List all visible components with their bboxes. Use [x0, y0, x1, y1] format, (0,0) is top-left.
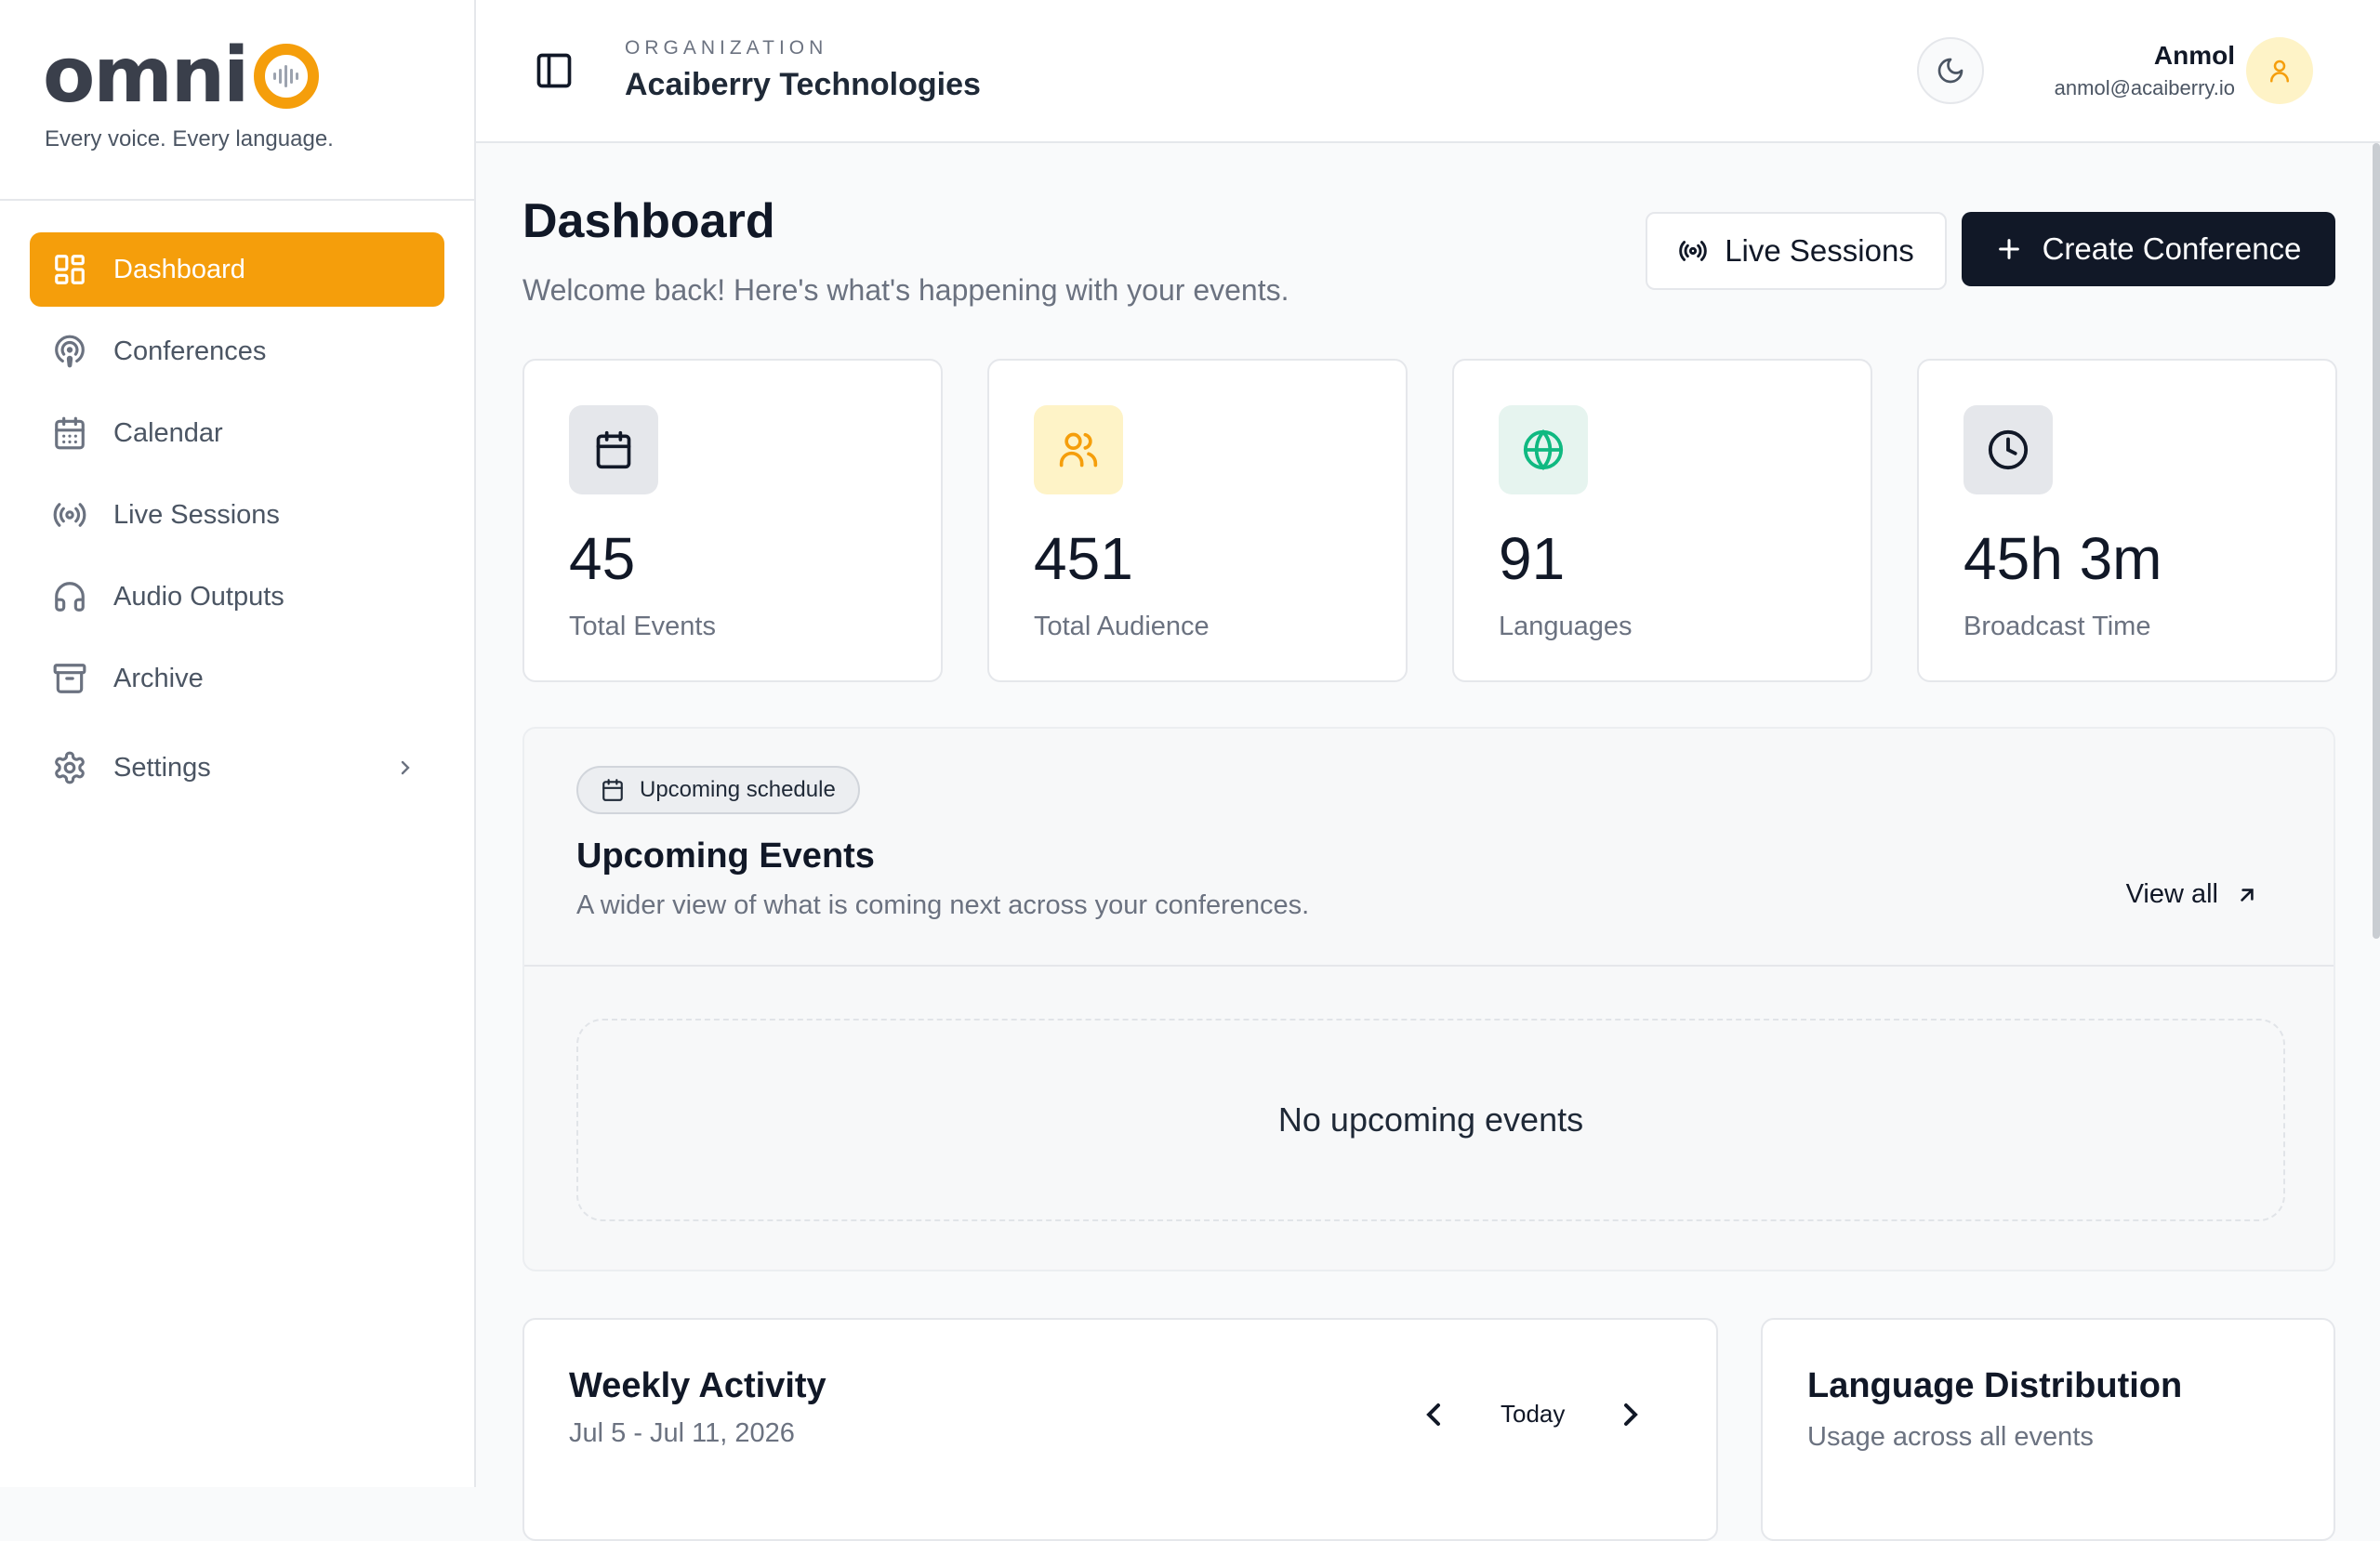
globe-icon	[1499, 405, 1588, 494]
view-all-link[interactable]: View all	[2126, 879, 2259, 910]
stat-card-broadcast-time: 45h 3m Broadcast Time	[1917, 359, 2337, 682]
user-email: anmol@acaiberry.io	[2054, 76, 2235, 99]
weekly-activity-title: Weekly Activity	[569, 1366, 826, 1405]
sidebar-item-settings[interactable]: Settings	[30, 731, 444, 805]
stat-label: Total Audience	[1034, 612, 1210, 641]
gear-icon	[52, 750, 87, 785]
sidebar-item-dashboard[interactable]: Dashboard	[30, 232, 444, 307]
sidebar-item-label: Conferences	[113, 336, 267, 366]
calendar-icon	[569, 405, 658, 494]
sidebar-item-label: Calendar	[113, 417, 223, 448]
sidebar-item-live-sessions[interactable]: Live Sessions	[30, 478, 444, 552]
sidebar-toggle-icon[interactable]	[534, 50, 575, 91]
chevron-left-icon[interactable]	[1415, 1396, 1452, 1433]
live-sessions-label: Live Sessions	[1725, 233, 1914, 268]
sidebar-item-conferences[interactable]: Conferences	[30, 314, 444, 389]
view-all-label: View all	[2125, 879, 2218, 909]
sidebar-item-label: Archive	[113, 663, 204, 693]
create-conference-label: Create Conference	[2042, 231, 2302, 266]
calendar-icon	[52, 415, 87, 451]
sidebar-item-label: Dashboard	[113, 254, 245, 284]
upcoming-events-title: Upcoming Events	[576, 836, 875, 876]
brand: omni Every voice. Every language.	[0, 0, 474, 201]
stat-value: 45h 3m	[1964, 525, 2162, 592]
main-scrollbar[interactable]	[2373, 143, 2380, 939]
upcoming-schedule-badge: Upcoming schedule	[576, 766, 860, 814]
dashboard-grid-icon	[52, 252, 87, 287]
calendar-icon	[601, 778, 640, 802]
plus-icon	[1996, 236, 2043, 262]
create-conference-button[interactable]: Create Conference	[1962, 212, 2335, 286]
badge-label: Upcoming schedule	[640, 777, 836, 802]
today-button[interactable]: Today	[1501, 1400, 1565, 1429]
archive-icon	[52, 661, 87, 696]
moon-icon	[1936, 56, 1965, 86]
broadcast-icon	[1678, 236, 1725, 266]
broadcast-icon	[52, 497, 87, 533]
language-distribution-subtitle: Usage across all events	[1807, 1422, 2094, 1452]
language-distribution-title: Language Distribution	[1807, 1366, 2183, 1405]
live-sessions-button[interactable]: Live Sessions	[1646, 212, 1947, 290]
upcoming-events-panel: Upcoming schedule Upcoming Events A wide…	[522, 727, 2335, 1271]
podcast-icon	[52, 334, 87, 369]
stat-value: 45	[569, 525, 636, 592]
omnio-logo[interactable]: omni	[43, 32, 322, 120]
theme-toggle-button[interactable]	[1917, 37, 1984, 104]
audio-wave-icon	[251, 41, 322, 112]
page-title: Dashboard	[522, 194, 775, 248]
organization-name[interactable]: Acaiberry Technologies	[625, 67, 981, 103]
clock-icon	[1964, 405, 2053, 494]
avatar[interactable]	[2246, 37, 2313, 104]
sidebar-item-label: Live Sessions	[113, 499, 280, 530]
chevron-right-icon[interactable]	[1612, 1396, 1649, 1433]
page-subtitle: Welcome back! Here's what's happening wi…	[522, 273, 1289, 307]
stat-value: 451	[1034, 525, 1133, 592]
chevron-right-icon	[394, 757, 416, 779]
tagline: Every voice. Every language.	[45, 126, 334, 151]
headphones-icon	[52, 579, 87, 614]
user-icon	[2266, 57, 2294, 85]
upcoming-events-subtitle: A wider view of what is coming next acro…	[576, 890, 1310, 920]
stat-label: Total Events	[569, 612, 716, 641]
sidebar-item-label: Audio Outputs	[113, 581, 284, 612]
language-distribution-card: Language Distribution Usage across all e…	[1761, 1318, 2335, 1541]
arrow-up-right-icon	[2218, 883, 2259, 907]
logo-wordmark: omni	[43, 32, 249, 120]
sidebar-item-archive[interactable]: Archive	[30, 641, 444, 716]
stat-card-languages: 91 Languages	[1452, 359, 1872, 682]
main-content: Dashboard Welcome back! Here's what's ha…	[476, 143, 2380, 1541]
organization-label: ORGANIZATION	[625, 37, 828, 59]
divider	[524, 965, 2334, 967]
stat-card-total-audience: 451 Total Audience	[987, 359, 1408, 682]
sidebar-item-label: Settings	[113, 752, 211, 783]
sidebar-item-audio-outputs[interactable]: Audio Outputs	[30, 560, 444, 634]
sidebar-nav: Dashboard Conferences Calendar Live Sess…	[30, 232, 444, 812]
sidebar-item-calendar[interactable]: Calendar	[30, 396, 444, 470]
empty-state: No upcoming events	[576, 1019, 2285, 1221]
user-name: Anmol	[2153, 41, 2235, 70]
empty-state-message: No upcoming events	[1277, 1100, 1584, 1139]
date-range: Jul 5 - Jul 11, 2026	[569, 1418, 795, 1448]
topbar: ORGANIZATION Acaiberry Technologies Anmo…	[476, 0, 2380, 143]
stat-label: Languages	[1499, 612, 1633, 641]
stat-label: Broadcast Time	[1964, 612, 2151, 641]
stat-value: 91	[1499, 525, 1566, 592]
sidebar: omni Every voice. Every language. Dashbo…	[0, 0, 476, 1487]
weekly-activity-card: Weekly Activity Jul 5 - Jul 11, 2026 Tod…	[522, 1318, 1718, 1541]
users-icon	[1034, 405, 1123, 494]
stat-card-total-events: 45 Total Events	[522, 359, 943, 682]
